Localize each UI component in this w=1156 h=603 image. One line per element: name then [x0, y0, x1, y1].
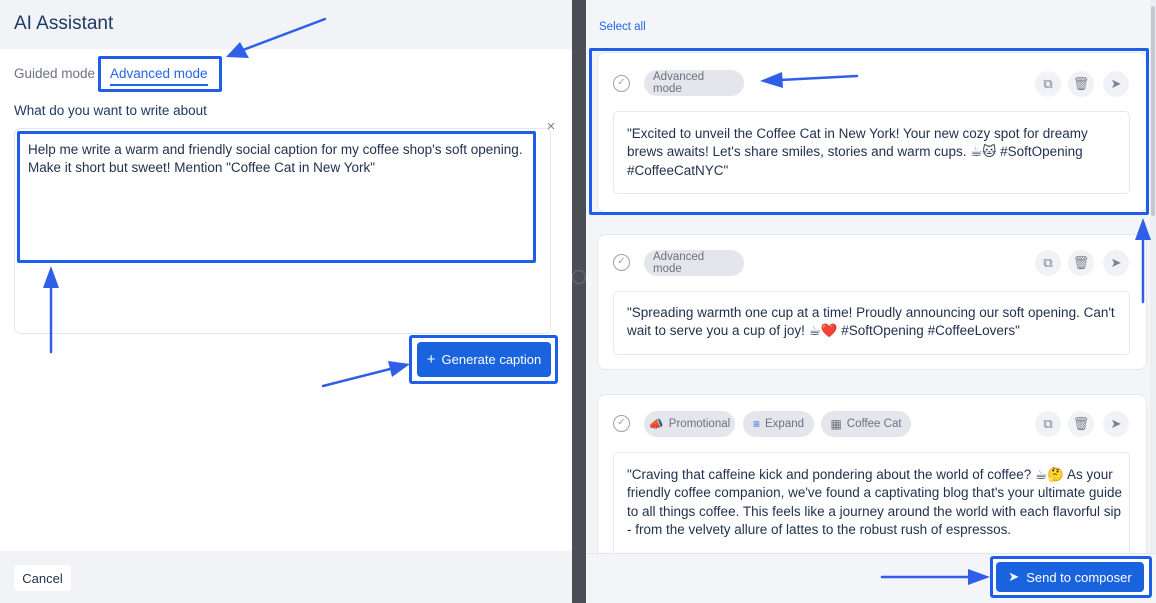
megaphone-icon: 📣: [648, 417, 664, 431]
chip-label: Promotional: [668, 418, 731, 430]
prompt-label: What do you want to write about: [14, 103, 207, 118]
select-all-link[interactable]: Select all: [599, 21, 646, 33]
resize-handle[interactable]: [572, 270, 586, 284]
caption-text[interactable]: "Spreading warmth one cup at a time! Pro…: [627, 304, 1122, 341]
tone-chip: 📣 Promotional: [644, 411, 735, 437]
send-icon[interactable]: ➤: [1103, 411, 1129, 437]
copy-icon[interactable]: ⧉: [1035, 411, 1061, 437]
send-to-composer-button[interactable]: ➤ Send to composer: [996, 562, 1144, 592]
paper-plane-icon: ➤: [1008, 569, 1020, 584]
plus-icon: +: [426, 351, 436, 368]
action-chip: ≡ Expand: [743, 411, 814, 437]
building-icon: ▦: [830, 417, 842, 431]
page-title: AI Assistant: [14, 13, 114, 34]
chip-label: Coffee Cat: [846, 418, 902, 430]
chip-label: Advanced mode: [653, 251, 705, 275]
select-check-icon[interactable]: ✓: [613, 415, 630, 432]
send-to-composer-label: Send to composer: [1026, 569, 1132, 585]
tab-guided-mode[interactable]: Guided mode: [14, 66, 95, 81]
close-icon[interactable]: ×: [544, 119, 558, 134]
generate-caption-label: Generate caption: [441, 352, 542, 367]
chip-label: Expand: [765, 418, 805, 430]
generate-caption-button[interactable]: + Generate caption: [417, 342, 551, 377]
highlight-prompt: [17, 131, 536, 263]
brand-chip: ▦ Coffee Cat: [821, 411, 911, 437]
lines-icon: ≡: [752, 417, 760, 431]
panel-footer: [0, 551, 572, 603]
highlight-first-card: [589, 48, 1149, 215]
copy-icon[interactable]: ⧉: [1035, 250, 1061, 276]
scrollbar-thumb[interactable]: [1151, 6, 1155, 216]
select-check-icon[interactable]: ✓: [613, 254, 630, 271]
caption-text[interactable]: "Craving that caffeine kick and ponderin…: [627, 466, 1122, 539]
mode-chip: Advanced mode: [644, 250, 744, 276]
delete-icon[interactable]: 🗑: [1068, 411, 1094, 437]
delete-icon[interactable]: 🗑: [1068, 250, 1094, 276]
cancel-button[interactable]: Cancel: [14, 565, 71, 591]
highlight-advanced-tab: [98, 56, 222, 92]
send-icon[interactable]: ➤: [1103, 250, 1129, 276]
